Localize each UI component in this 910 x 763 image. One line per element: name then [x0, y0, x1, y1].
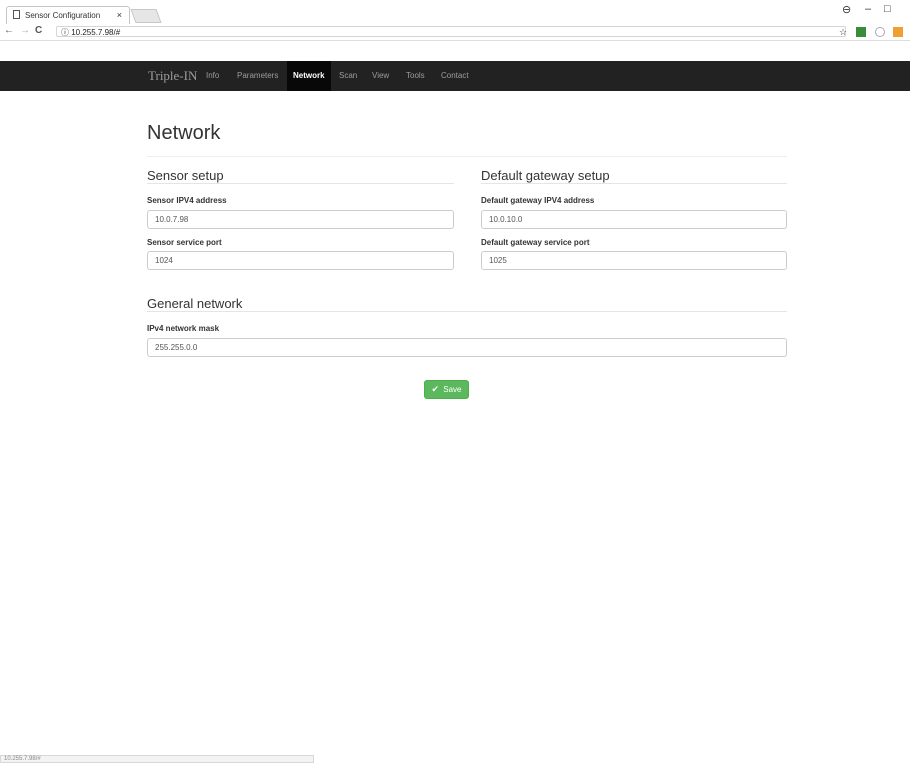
- tab-close-icon[interactable]: ×: [117, 7, 122, 24]
- gateway-setup-heading: Default gateway setup: [481, 168, 610, 183]
- sensor-port-input[interactable]: 1024: [147, 251, 454, 270]
- gateway-port-label: Default gateway service port: [481, 238, 590, 247]
- bookmark-star-icon[interactable]: ☆: [838, 27, 848, 37]
- extension-orange-icon[interactable]: [893, 27, 903, 37]
- forward-arrow-icon[interactable]: →: [20, 25, 30, 36]
- nav-item-scan[interactable]: Scan: [333, 61, 363, 91]
- save-label: Save: [443, 385, 462, 394]
- nav-item-tools[interactable]: Tools: [400, 61, 431, 91]
- sensor-ip-input[interactable]: 10.0.7.98: [147, 210, 454, 229]
- nav-item-network[interactable]: Network: [287, 61, 331, 91]
- nav-item-contact[interactable]: Contact: [435, 61, 475, 91]
- network-mask-label: IPv4 network mask: [147, 324, 220, 333]
- back-arrow-icon[interactable]: ←: [4, 25, 14, 36]
- account-icon[interactable]: ⊖: [842, 3, 851, 16]
- gateway-ip-input[interactable]: 10.0.10.0: [481, 210, 787, 229]
- app-navbar: Triple-IN Info Parameters Network Scan V…: [0, 61, 910, 91]
- address-bar-row: ← → C ⓘ 10.255.7.98/# ☆: [0, 24, 910, 41]
- url-input[interactable]: ⓘ 10.255.7.98/#: [56, 26, 846, 37]
- browser-tabstrip: Sensor Configuration × ⊖ – □: [0, 0, 910, 25]
- extension-circle-icon[interactable]: [875, 27, 885, 37]
- new-tab-button[interactable]: [130, 9, 162, 23]
- save-button[interactable]: ✔ Save: [424, 380, 469, 399]
- gateway-setup-divider: [481, 183, 787, 184]
- gateway-port-input[interactable]: 1025: [481, 251, 787, 270]
- sensor-port-label: Sensor service port: [147, 238, 222, 247]
- sensor-setup-heading: Sensor setup: [147, 168, 224, 183]
- gateway-ip-label: Default gateway IPV4 address: [481, 196, 595, 205]
- document-icon: [13, 10, 20, 19]
- checkmark-icon: ✔: [431, 384, 440, 394]
- title-divider: [147, 156, 787, 157]
- maximize-button[interactable]: □: [884, 3, 891, 15]
- page-title: Network: [147, 122, 221, 144]
- reload-icon[interactable]: C: [35, 25, 42, 36]
- status-bar: 10.255.7.98/#: [0, 755, 314, 763]
- minimize-button[interactable]: –: [865, 3, 871, 15]
- network-mask-input[interactable]: 255.255.0.0: [147, 338, 787, 357]
- extension-green-icon[interactable]: [856, 27, 866, 37]
- general-network-heading: General network: [147, 296, 243, 311]
- navbar-brand[interactable]: Triple-IN: [148, 68, 197, 84]
- nav-item-parameters[interactable]: Parameters: [231, 61, 284, 91]
- nav-item-view[interactable]: View: [366, 61, 395, 91]
- url-text: 10.255.7.98/#: [71, 28, 121, 37]
- nav-item-info[interactable]: Info: [200, 61, 225, 91]
- tab-title: Sensor Configuration: [25, 11, 101, 20]
- general-network-divider: [147, 311, 787, 312]
- browser-tab[interactable]: Sensor Configuration ×: [6, 6, 130, 24]
- sensor-ip-label: Sensor IPV4 address: [147, 196, 227, 205]
- info-icon: ⓘ: [61, 28, 69, 37]
- sensor-setup-divider: [147, 183, 454, 184]
